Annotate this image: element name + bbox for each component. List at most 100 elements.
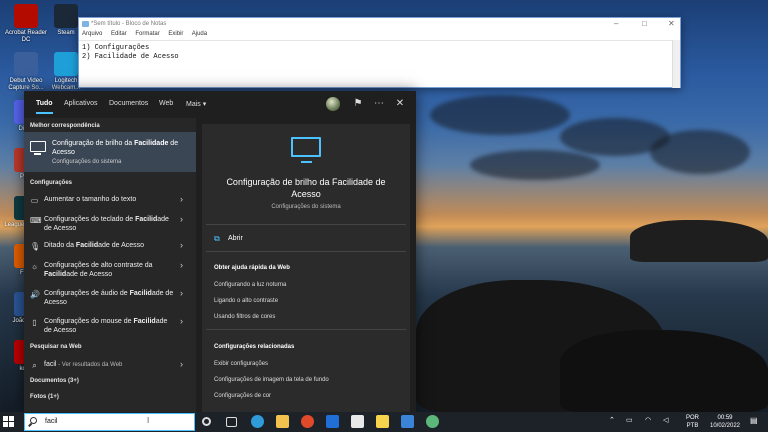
settings-item-icon: ▯ [32, 318, 37, 327]
search-icon: ⌕ [32, 361, 37, 370]
clock[interactable]: 00:59 10/02/2022 [705, 414, 745, 430]
search-tabs: Tudo Aplicativos Documentos Web Mais ▾ ⚑… [24, 91, 416, 118]
notepad-titlebar[interactable]: *Sem título - Bloco de Notas – □ ✕ [79, 18, 680, 30]
desktop-icon[interactable]: Debut Video Capture So... [4, 52, 48, 92]
quick-help-link[interactable]: Configurando a luz noturna [214, 282, 286, 288]
related-heading: Configurações relacionadas [214, 344, 295, 350]
best-match-item[interactable]: Configuração de brilho da Facilidade de … [24, 132, 196, 172]
search-query: facil [45, 418, 58, 425]
notepad-scrollbar[interactable] [672, 40, 680, 88]
avatar[interactable] [326, 97, 340, 111]
notepad-menubar: Arquivo Editar Formatar Exibir Ajuda [79, 30, 680, 40]
tab-tudo[interactable]: Tudo [36, 100, 53, 114]
clock-date: 10/02/2022 [709, 423, 741, 429]
store-icon[interactable] [351, 415, 364, 428]
more-options-icon[interactable]: ⋯ [372, 97, 386, 111]
task-view-icon[interactable] [226, 417, 237, 427]
logitech-icon [54, 52, 78, 76]
language-indicator[interactable]: POR PTB [686, 414, 699, 430]
search-icon [30, 417, 37, 424]
settings-item-label: Aumentar o tamanho do texto [44, 196, 137, 203]
related-link[interactable]: Configurações de imagem da tela de fundo [214, 377, 329, 383]
divider [206, 329, 406, 330]
start-search-panel: Tudo Aplicativos Documentos Web Mais ▾ ⚑… [24, 91, 416, 412]
divider [206, 251, 406, 252]
notifications-icon[interactable]: ▤ [750, 417, 758, 425]
chevron-right-icon[interactable]: › [180, 195, 183, 204]
taskbar: facil Ι ⌃ ▭ ◠ ◁ POR PTB 00:59 10/02/2022 ▤ [0, 412, 768, 432]
app-icon[interactable] [426, 415, 439, 428]
settings-item-label: Configurações de áudio de Facilidade de … [44, 290, 174, 306]
notepad-line: 1) Configurações [82, 44, 150, 52]
close-icon[interactable]: ✕ [393, 97, 407, 111]
best-match-title: Configuração de brilho da Facilidade de … [52, 140, 179, 156]
edge-icon[interactable] [251, 415, 264, 428]
desktop-icon-label: Acrobat Reader DC [4, 30, 48, 43]
file-explorer-icon[interactable] [276, 415, 289, 428]
tab-web[interactable]: Web [159, 100, 173, 107]
best-match-subtitle: Configurações do sistema [52, 159, 122, 165]
open-action[interactable]: ⧉ Abrir [214, 234, 243, 243]
tab-mais[interactable]: Mais ▾ [186, 100, 206, 108]
notepad-window[interactable]: *Sem título - Bloco de Notas – □ ✕ Arqui… [78, 17, 681, 88]
monitor-icon [30, 141, 46, 155]
chevron-right-icon[interactable]: › [180, 261, 183, 270]
divider [206, 224, 406, 225]
network-icon[interactable]: ▭ [626, 417, 633, 425]
menu-ajuda[interactable]: Ajuda [192, 31, 207, 37]
related-link[interactable]: Exibir configurações [214, 361, 268, 367]
menu-editar[interactable]: Editar [111, 31, 127, 37]
settings-item-icon: ▭ [30, 196, 39, 205]
feedback-icon[interactable]: ⚑ [351, 97, 365, 111]
web-query: facil [44, 361, 57, 368]
settings-item-label: Configurações do teclado de Facilidade d… [44, 216, 169, 232]
debut-icon [14, 52, 38, 76]
sticky-notes-icon[interactable] [376, 415, 389, 428]
settings-item-label: Configurações de alto contraste da Facil… [44, 262, 153, 278]
chevron-right-icon[interactable]: › [180, 241, 183, 250]
menu-arquivo[interactable]: Arquivo [82, 31, 102, 37]
menu-formatar[interactable]: Formatar [135, 31, 159, 37]
mail-icon[interactable] [326, 415, 339, 428]
word-icon[interactable] [401, 415, 414, 428]
preview-subtitle: Configurações do sistema [271, 204, 341, 210]
minimize-icon[interactable]: – [614, 19, 618, 28]
quick-help-link[interactable]: Ligando o alto contraste [214, 298, 278, 304]
taskbar-search-input[interactable]: facil Ι [24, 413, 195, 431]
settings-heading: Configurações [30, 180, 73, 186]
desktop-icon-label: Debut Video Capture So... [8, 78, 44, 91]
desktop-icon[interactable]: Acrobat Reader DC [4, 4, 48, 44]
open-icon: ⧉ [214, 234, 220, 243]
chevron-right-icon[interactable]: › [180, 289, 183, 298]
web-heading: Pesquisar na Web [30, 344, 82, 350]
notepad-line: 2) Facilidade de Acesso [82, 53, 179, 61]
chevron-right-icon[interactable]: › [180, 317, 183, 326]
clock-time: 00:59 [717, 415, 733, 421]
tab-documentos[interactable]: Documentos [109, 100, 148, 107]
cortana-icon[interactable] [202, 417, 211, 426]
windows-start-icon[interactable] [3, 416, 14, 427]
photos-heading[interactable]: Fotos (1+) [30, 394, 59, 400]
documents-heading[interactable]: Documentos (3+) [30, 378, 79, 384]
quick-help-link[interactable]: Usando filtros de cores [214, 314, 275, 320]
close-icon[interactable]: ✕ [668, 19, 675, 28]
text-cursor-icon: Ι [147, 416, 150, 425]
quick-help-heading: Obter ajuda rápida da Web [214, 265, 290, 271]
chevron-up-icon[interactable]: ⌃ [609, 417, 615, 425]
related-link[interactable]: Configurações de cor [214, 393, 271, 399]
tab-aplicativos[interactable]: Aplicativos [64, 100, 97, 107]
chevron-right-icon[interactable]: › [180, 360, 183, 369]
wifi-icon[interactable]: ◠ [645, 417, 651, 425]
chevron-right-icon[interactable]: › [180, 215, 183, 224]
monitor-icon [291, 137, 321, 163]
settings-item-icon: ⌨ [30, 216, 42, 225]
brave-icon[interactable] [301, 415, 314, 428]
maximize-icon[interactable]: □ [642, 19, 647, 28]
best-match-heading: Melhor correspondência [30, 123, 100, 129]
volume-icon[interactable]: ◁ [663, 417, 668, 425]
notepad-text-area[interactable]: 1) Configurações 2) Facilidade de Acesso [79, 40, 680, 65]
preview-title: Configuração de brilho da Facilidade de … [226, 177, 386, 199]
settings-item-icon: 🎙 [30, 242, 41, 251]
settings-item-icon: ☼ [30, 262, 39, 271]
menu-exibir[interactable]: Exibir [168, 31, 183, 37]
